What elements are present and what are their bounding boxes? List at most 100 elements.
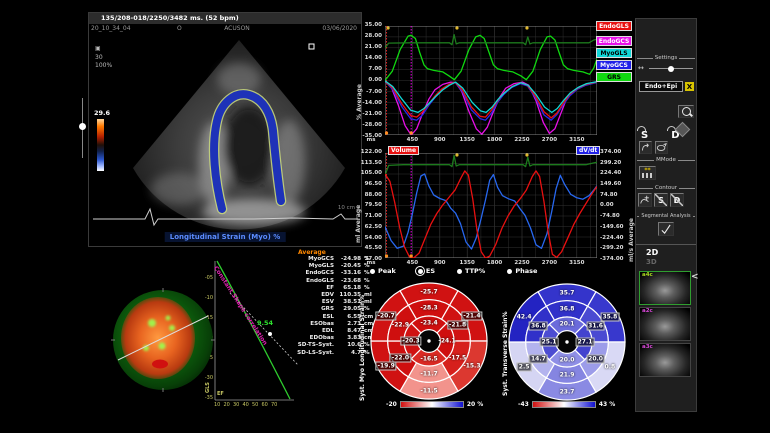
segment-value: -28.3: [420, 305, 437, 312]
edit-contour-button[interactable]: [639, 141, 652, 154]
segment-value: -16.5: [420, 356, 437, 363]
endo-epi-checkbox[interactable]: X: [685, 82, 694, 91]
view-thumbnail-a4c[interactable]: a4c: [639, 271, 691, 305]
y-tick: 96.50: [352, 181, 382, 187]
blue-color-scale: -43 43 %: [518, 401, 615, 408]
depth-slider-thumb[interactable]: [79, 123, 86, 130]
pointer-curve-icon: [640, 142, 651, 153]
stat-value: -23.68: [337, 278, 361, 285]
y-tick: 0.00: [600, 202, 634, 208]
segment-value: 36.8: [560, 306, 575, 313]
frame-marker: [386, 26, 389, 29]
mode-option-es[interactable]: ES: [418, 267, 435, 275]
stat-value: 8.47: [337, 328, 361, 335]
x-tick: 3150: [567, 137, 587, 143]
contour-header: Contour: [637, 185, 695, 191]
stat-value: -20.45: [337, 263, 361, 270]
legend-myogcs[interactable]: MyoGCS: [596, 60, 632, 70]
segment-value: 23.7: [560, 388, 575, 395]
segmental-analysis-button[interactable]: [658, 222, 674, 236]
stat-unit: %: [364, 263, 376, 270]
segment-value: 25.1: [540, 338, 559, 347]
red-scale-max: 20 %: [467, 401, 483, 408]
slider-arrows-icon: ↔: [638, 64, 644, 72]
mode-label: Phase: [515, 267, 537, 275]
blue-scale-min: -43: [518, 401, 529, 408]
ecg-trace: [93, 205, 357, 227]
orientation-marker-icon: [309, 44, 314, 49]
x-tick: 900: [430, 260, 450, 266]
view-thumbnail-a2c[interactable]: a2c: [639, 307, 691, 341]
volume-badge[interactable]: Volume: [388, 146, 419, 155]
frame-marker: [410, 131, 413, 134]
mode-label: ES: [426, 267, 435, 275]
zoom-tool-button[interactable]: [678, 105, 694, 118]
ultrasound-panel: 135/208-018/2250/3482 ms. (52 bpm) 20_10…: [88, 12, 362, 247]
legend-endogcs[interactable]: EndoGCS: [596, 36, 632, 46]
radio-icon: [418, 269, 423, 274]
magnifier-icon: [682, 107, 691, 116]
stat-value: 29.05: [337, 306, 361, 313]
stat-value: 10.6: [337, 342, 361, 349]
ellipse-arrow-icon: [656, 142, 667, 153]
ef-tick: 50: [252, 402, 258, 408]
x-tick: 3150: [567, 260, 587, 266]
scale-value: 29.6: [94, 109, 110, 117]
contour-add-button[interactable]: [638, 193, 652, 207]
x-tick: 1350: [457, 260, 477, 266]
roi-ellipse-button[interactable]: [655, 141, 668, 154]
frame-marker: [525, 153, 528, 156]
settings-slider-thumb[interactable]: [668, 66, 674, 72]
red-color-scale: -20 20 %: [386, 401, 483, 408]
legend-grs[interactable]: GRS: [596, 72, 632, 82]
contour-systole-button[interactable]: S: [654, 193, 668, 207]
ef-tick: 60: [262, 402, 268, 408]
blue-scale-gradient: [532, 401, 596, 408]
3d-strain-bullseye: [110, 288, 216, 392]
x-tick: 1800: [485, 137, 505, 143]
red-scale-min: -20: [386, 401, 397, 408]
view-2d-button[interactable]: 2D: [646, 248, 658, 257]
echo-sector-image: [89, 34, 361, 234]
divider: [636, 244, 696, 245]
frame-marker: [385, 254, 388, 257]
thumbnail-label: a4c: [642, 272, 653, 278]
mode-label: TTP%: [465, 267, 485, 275]
ef-tick: 70: [271, 402, 277, 408]
stat-value: 110.35: [337, 292, 361, 299]
ef-tick: 10: [214, 402, 220, 408]
segment-value: -19.9: [375, 361, 396, 370]
mmode-button[interactable]: **: [639, 166, 656, 180]
marker-label: O: [177, 24, 182, 34]
segment-value: -24.1: [438, 338, 455, 345]
gls-tick: -35: [202, 395, 213, 401]
display-mode-options: Peak ES TTP% Phase: [370, 267, 537, 275]
mmode-header: MMode: [637, 157, 695, 163]
strain-chart-x-axis: ms45090013501800225027003150: [352, 137, 638, 145]
frame-marker: [455, 153, 458, 156]
strain-chart-y-axis: 35.0028.0021.0014.007.000.00-7.00-14.00-…: [352, 22, 382, 139]
strain-chart-plot: [385, 26, 597, 135]
contour-diastole-button[interactable]: D: [670, 193, 684, 207]
frame-marker: [455, 26, 458, 29]
collapse-panel-button[interactable]: <: [691, 272, 699, 282]
transverse-strain-values: 35.735.80.823.72.542.436.831.620.021.914…: [508, 283, 626, 401]
curve-plus-icon: [639, 194, 651, 206]
view-thumbnail-a3c[interactable]: a3c: [639, 343, 691, 377]
legend-myogls[interactable]: MyoGLS: [596, 48, 632, 58]
y-tick: 113.50: [352, 160, 382, 166]
segment-value: 36.8: [529, 321, 548, 330]
mode-option-ttp[interactable]: TTP%: [457, 267, 485, 275]
view-3d-button[interactable]: 3D: [646, 258, 657, 266]
y-tick: -28.00: [352, 122, 382, 128]
legend-endogls[interactable]: EndoGLS: [596, 21, 632, 31]
segment-value: 14.7: [529, 354, 548, 363]
volume-curve: [385, 171, 597, 258]
frame-marker: [385, 131, 388, 134]
systole-button[interactable]: S: [641, 130, 648, 141]
dvdt-badge[interactable]: dV/dt: [576, 146, 600, 155]
ultrasound-info-row: 20_10_34_04 O ACUSON 03/06/2020: [89, 24, 361, 34]
mode-option-phase[interactable]: Phase: [507, 267, 537, 275]
x-unit: ms: [361, 137, 381, 143]
mode-label: Peak: [378, 267, 396, 275]
